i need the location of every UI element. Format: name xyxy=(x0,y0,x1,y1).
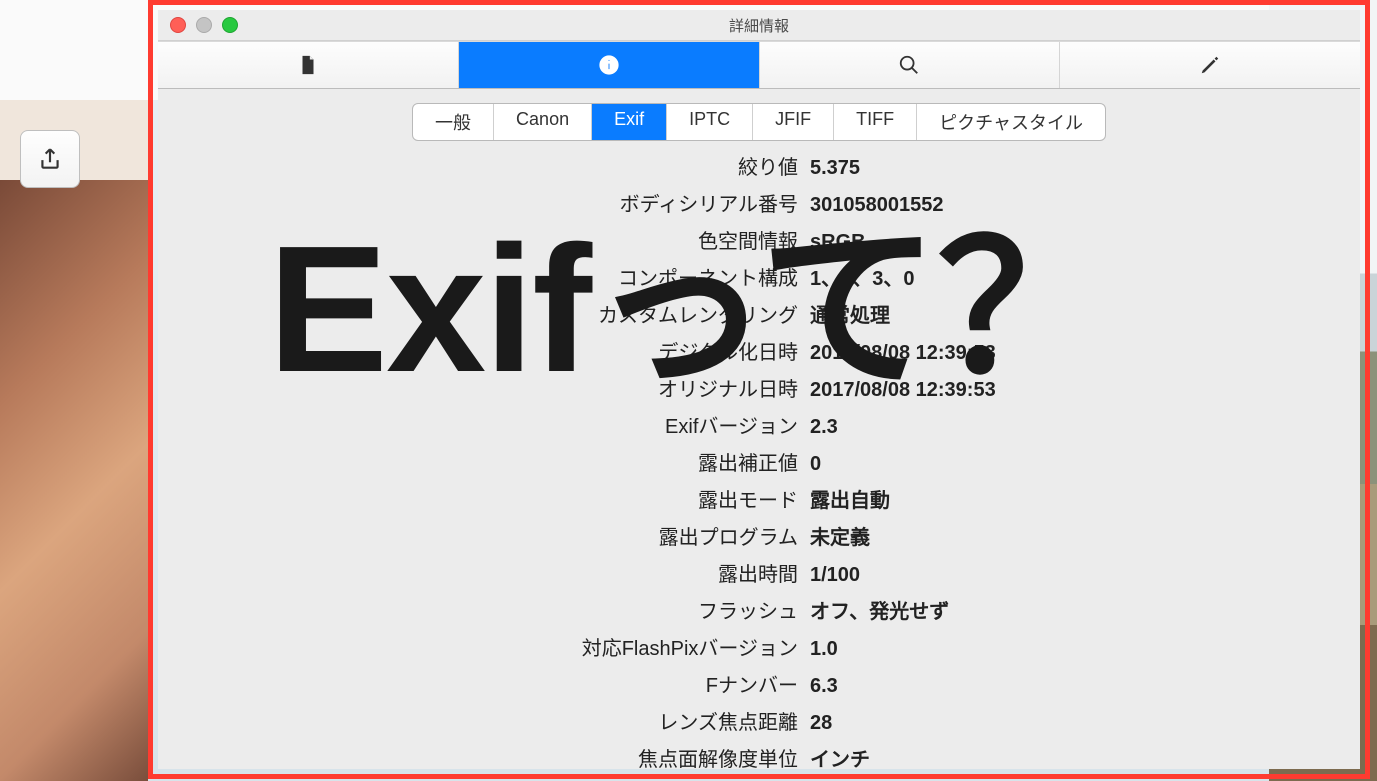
tab-exif[interactable]: Exif xyxy=(592,104,667,140)
exif-label: オリジナル日時 xyxy=(158,373,810,402)
exif-row: レンズ焦点距離28 xyxy=(158,706,1360,743)
pencil-icon xyxy=(1199,54,1221,76)
exif-label: コンポーネント構成 xyxy=(158,262,810,291)
exif-row: 露出時間1/100 xyxy=(158,558,1360,595)
exif-row: オリジナル日時2017/08/08 12:39:53 xyxy=(158,373,1360,410)
exif-label: 焦点面解像度単位 xyxy=(158,743,810,769)
exif-label: 色空間情報 xyxy=(158,225,810,254)
toolbar xyxy=(158,41,1360,89)
exif-row: 絞り値5.375 xyxy=(158,151,1360,188)
exif-value: 通常処理 xyxy=(810,299,890,328)
tab-tiff[interactable]: TIFF xyxy=(834,104,917,140)
tab-canon[interactable]: Canon xyxy=(494,104,592,140)
info-window: 詳細情報 一般CanonExifIPTCJFIFTIFFピクチャスタイル xyxy=(158,10,1360,769)
background-photo-left xyxy=(0,180,148,781)
exif-content: 絞り値5.375ボディシリアル番号301058001552色空間情報sRGBコン… xyxy=(158,151,1360,769)
exif-label: Exifバージョン xyxy=(158,410,810,439)
exif-row: 露出補正値0 xyxy=(158,447,1360,484)
exif-row: デジタル化日時2017/08/08 12:39:53 xyxy=(158,336,1360,373)
highlight-border: 詳細情報 一般CanonExifIPTCJFIFTIFFピクチャスタイル xyxy=(148,0,1370,779)
exif-label: ボディシリアル番号 xyxy=(158,188,810,217)
tab-iptc[interactable]: IPTC xyxy=(667,104,753,140)
exif-row: ボディシリアル番号301058001552 xyxy=(158,188,1360,225)
exif-value: 301058001552 xyxy=(810,194,943,217)
exif-row: 焦点面解像度単位インチ xyxy=(158,743,1360,769)
exif-value: 2.3 xyxy=(810,416,838,439)
exif-label: Fナンバー xyxy=(158,669,810,698)
exif-value: 1、2、3、0 xyxy=(810,262,915,291)
exif-value: 未定義 xyxy=(810,521,870,550)
exif-value: 2017/08/08 12:39:53 xyxy=(810,342,996,365)
share-icon xyxy=(37,146,63,172)
exif-label: 絞り値 xyxy=(158,151,810,180)
exif-row: Exifバージョン2.3 xyxy=(158,410,1360,447)
tab-jfif[interactable]: JFIF xyxy=(753,104,834,140)
exif-row: 露出プログラム未定義 xyxy=(158,521,1360,558)
exif-value: sRGB xyxy=(810,231,866,254)
exif-label: フラッシュ xyxy=(158,595,810,624)
info-icon xyxy=(598,54,620,76)
exif-value: 6.3 xyxy=(810,675,838,698)
window-title: 詳細情報 xyxy=(158,15,1360,36)
exif-value: 0 xyxy=(810,453,821,476)
exif-row: フラッシュオフ、発光せず xyxy=(158,595,1360,632)
exif-label: カスタムレンダリング xyxy=(158,299,810,328)
toolbar-file-button[interactable] xyxy=(158,42,459,88)
exif-label: 露出プログラム xyxy=(158,521,810,550)
tab-ピクチャスタイル[interactable]: ピクチャスタイル xyxy=(917,104,1105,140)
exif-row: カスタムレンダリング通常処理 xyxy=(158,299,1360,336)
exif-row: 色空間情報sRGB xyxy=(158,225,1360,262)
exif-label: 露出モード xyxy=(158,484,810,513)
exif-value: 1.0 xyxy=(810,638,838,661)
exif-row: 対応FlashPixバージョン1.0 xyxy=(158,632,1360,669)
exif-label: 露出補正値 xyxy=(158,447,810,476)
search-icon xyxy=(898,54,920,76)
file-icon xyxy=(297,54,319,76)
tab-一般[interactable]: 一般 xyxy=(413,104,494,140)
exif-row: コンポーネント構成1、2、3、0 xyxy=(158,262,1360,299)
desktop-background: 詳細情報 一般CanonExifIPTCJFIFTIFFピクチャスタイル xyxy=(0,0,1377,781)
exif-value: 露出自動 xyxy=(810,484,890,513)
toolbar-search-button[interactable] xyxy=(760,42,1061,88)
exif-value: 1/100 xyxy=(810,564,860,587)
exif-label: 対応FlashPixバージョン xyxy=(158,632,810,661)
exif-value: 5.375 xyxy=(810,157,860,180)
exif-label: レンズ焦点距離 xyxy=(158,706,810,735)
metadata-tabs: 一般CanonExifIPTCJFIFTIFFピクチャスタイル xyxy=(158,103,1360,141)
exif-value: オフ、発光せず xyxy=(810,595,949,624)
exif-row: Fナンバー6.3 xyxy=(158,669,1360,706)
exif-value: 28 xyxy=(810,712,832,735)
exif-row: 露出モード露出自動 xyxy=(158,484,1360,521)
exif-label: 露出時間 xyxy=(158,558,810,587)
titlebar[interactable]: 詳細情報 xyxy=(158,10,1360,41)
toolbar-edit-button[interactable] xyxy=(1060,42,1360,88)
exif-label: デジタル化日時 xyxy=(158,336,810,365)
exif-value: インチ xyxy=(810,743,870,769)
exif-value: 2017/08/08 12:39:53 xyxy=(810,379,996,402)
share-button[interactable] xyxy=(20,130,80,188)
toolbar-info-button[interactable] xyxy=(459,42,760,88)
